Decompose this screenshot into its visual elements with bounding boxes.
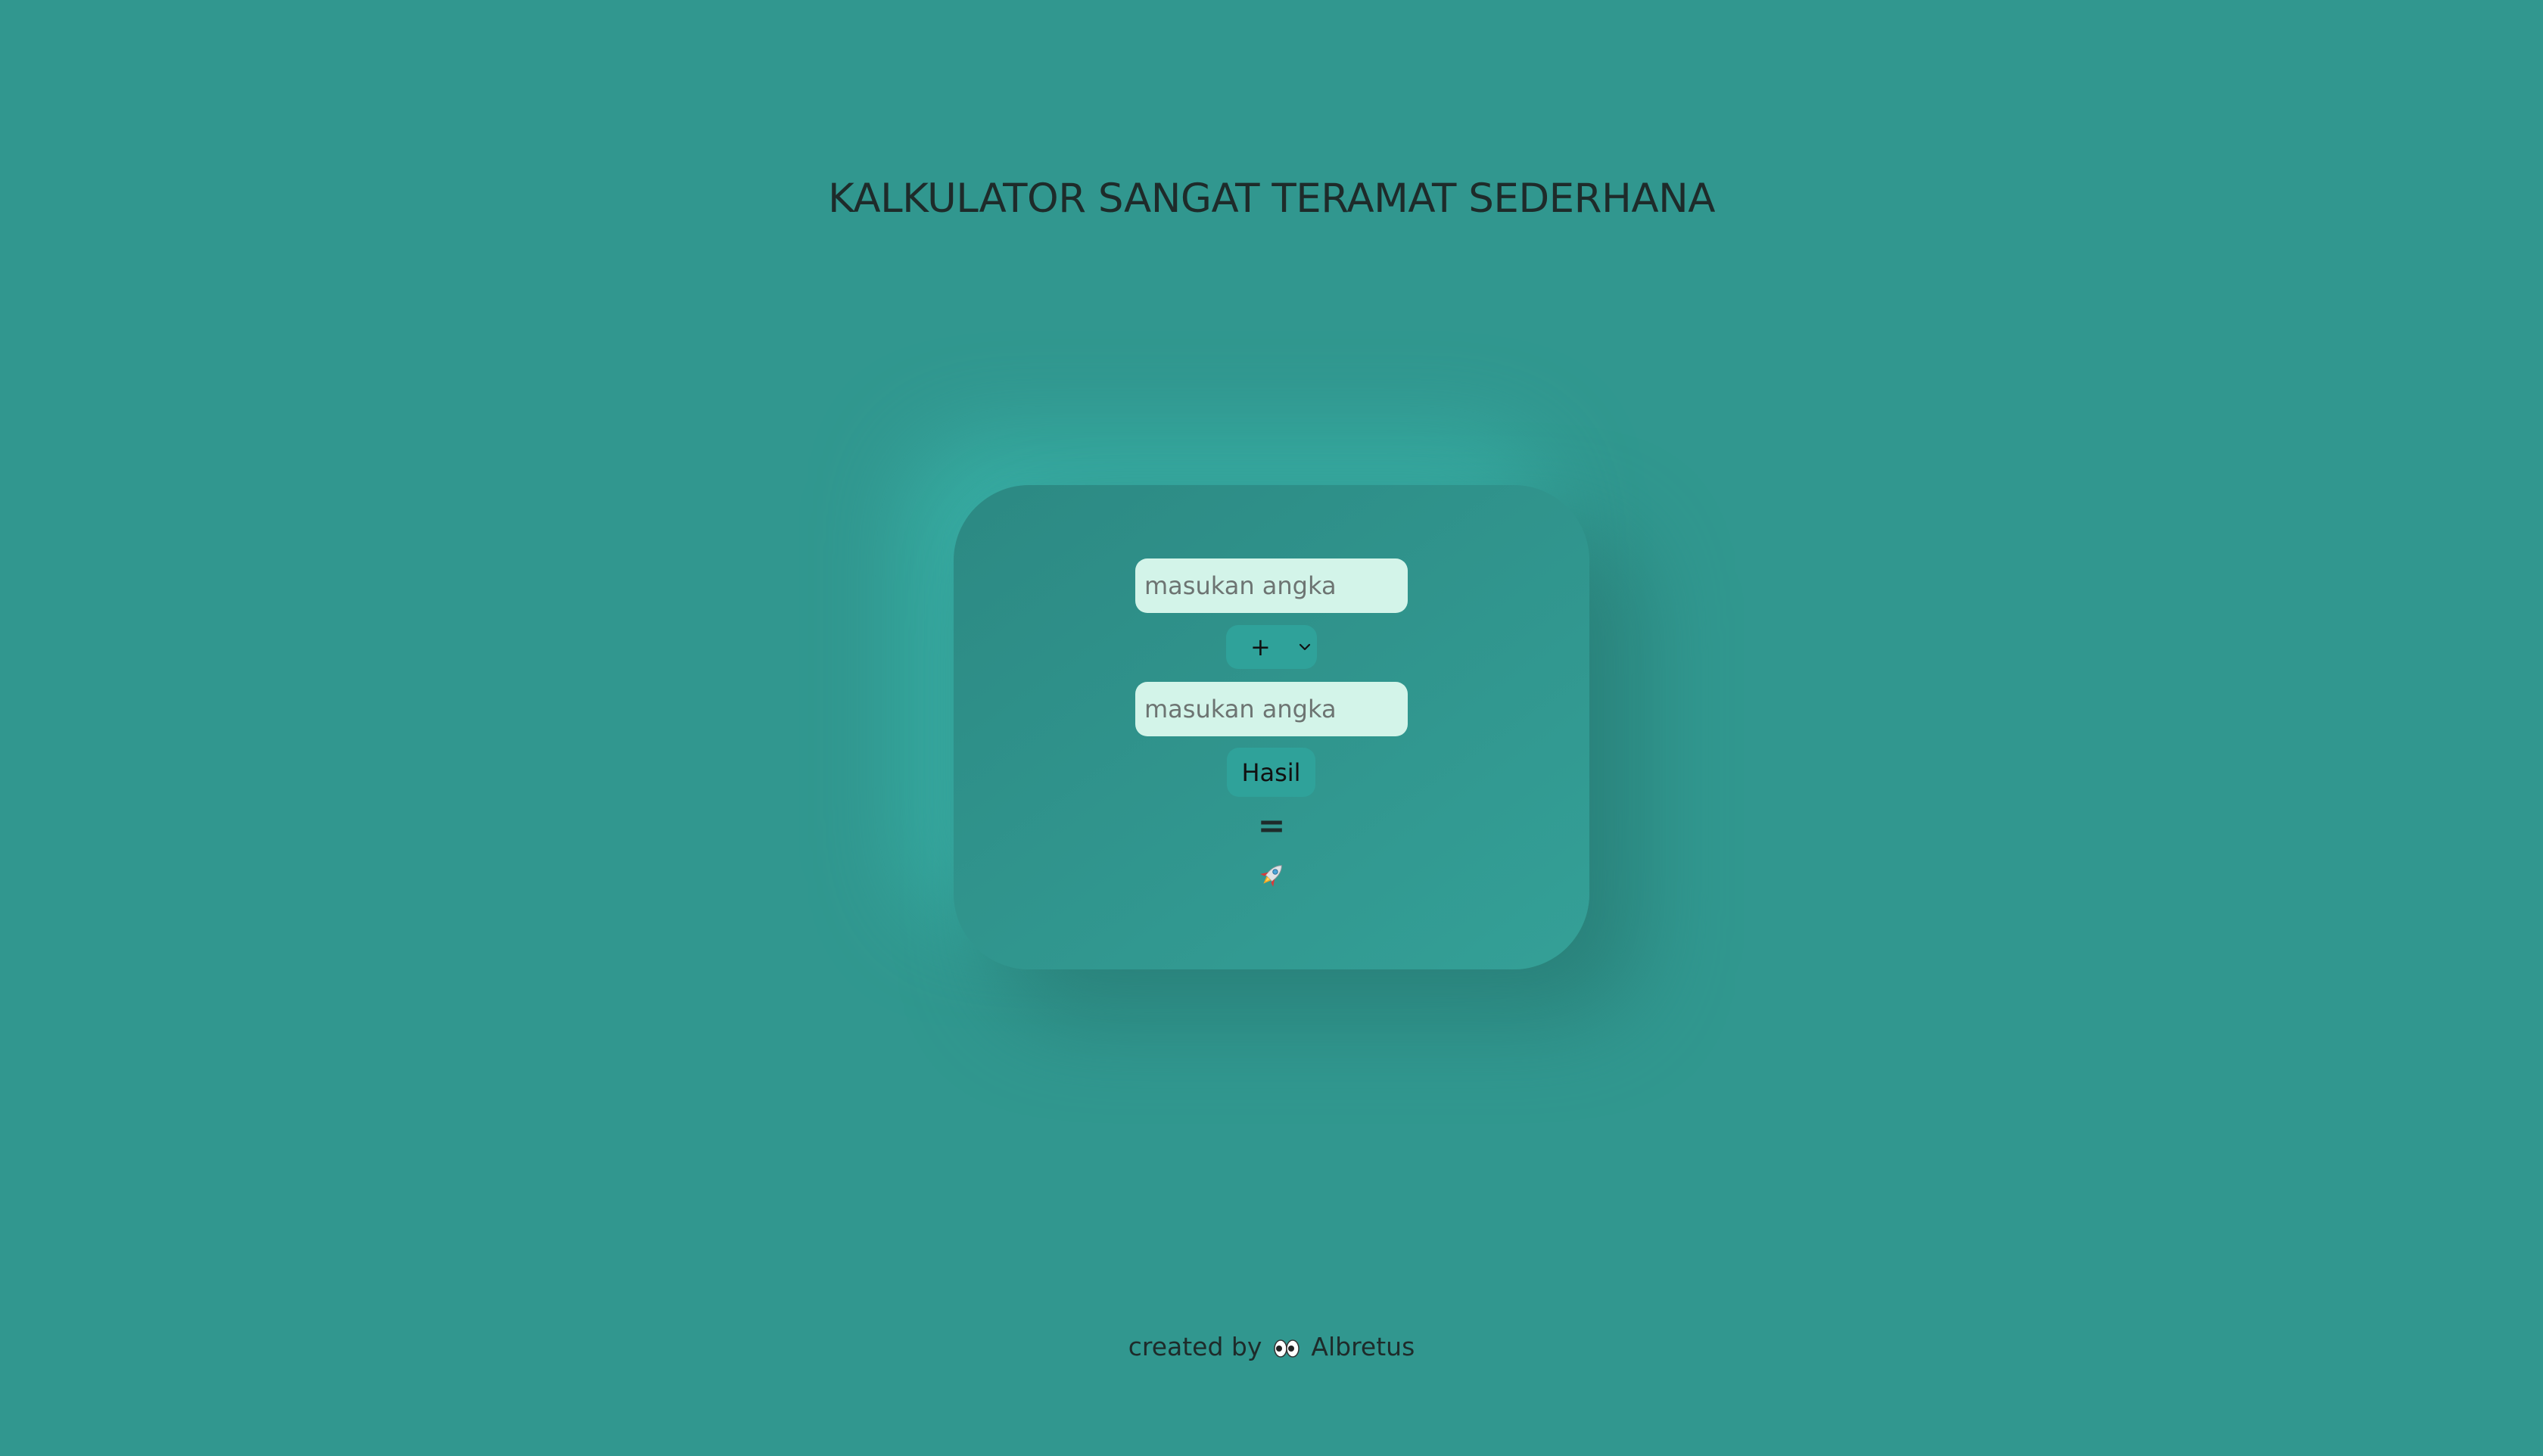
footer-credit: created by Albretus <box>0 1329 2543 1365</box>
result-output <box>0 853 2543 895</box>
chevron-down-icon <box>1299 643 1311 651</box>
page-title: KALKULATOR SANGAT TERAMAT SEDERHANA <box>828 176 1716 222</box>
footer-author: Albretus <box>1311 1332 1415 1361</box>
rocket-icon <box>1260 865 1282 887</box>
first-number-input[interactable] <box>1135 558 1408 613</box>
second-number-input[interactable] <box>1135 682 1408 736</box>
footer-prefix: created by <box>1128 1332 1262 1361</box>
operator-select[interactable]: + <box>1226 625 1317 669</box>
equals-sign: = <box>1257 807 1286 845</box>
hasil-button[interactable]: Hasil <box>1227 748 1315 797</box>
eyes-icon <box>1274 1339 1300 1358</box>
operator-selected-value: + <box>1250 633 1271 661</box>
